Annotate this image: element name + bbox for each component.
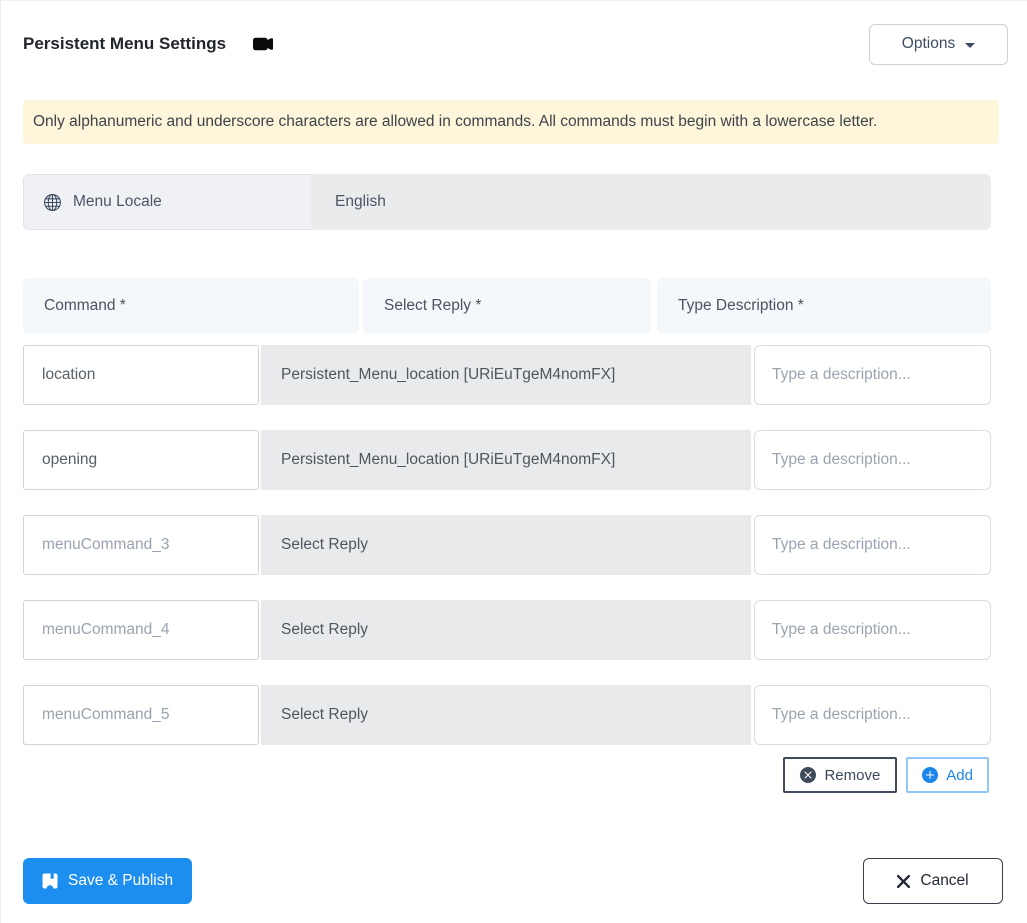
column-header-command: Command * [23, 278, 359, 334]
add-row-button[interactable]: Add [906, 757, 989, 793]
description-input[interactable] [754, 345, 991, 405]
command-input[interactable] [23, 600, 259, 660]
floppy-disk-icon [42, 873, 58, 889]
command-row-1: Persistent_Menu_location [URiEuTgeM4nomF… [23, 345, 991, 405]
column-header-type-description: Type Description * [657, 278, 991, 334]
add-button-label: Add [946, 766, 973, 784]
reply-select-value: Select Reply [281, 621, 369, 638]
description-input[interactable] [754, 685, 991, 745]
description-input[interactable] [754, 515, 991, 575]
persistent-menu-settings-panel: Persistent Menu Settings Options Only al… [0, 0, 1027, 923]
title-group: Persistent Menu Settings [23, 34, 274, 54]
reply-select[interactable]: Select Reply [261, 600, 751, 660]
x-icon [897, 874, 911, 888]
remove-row-button[interactable]: Remove [783, 757, 898, 793]
menu-locale-group: Menu Locale English [23, 174, 991, 230]
options-button-label: Options [901, 35, 956, 52]
x-circle-icon [800, 767, 817, 783]
menu-locale-value: English [311, 174, 991, 230]
row-actions: Remove Add [23, 757, 989, 793]
command-input[interactable] [23, 345, 259, 405]
save-publish-label: Save & Publish [68, 872, 174, 889]
description-input[interactable] [754, 600, 991, 660]
page-title: Persistent Menu Settings [23, 34, 227, 53]
command-row-5: Select Reply [23, 685, 991, 745]
command-row-3: Select Reply [23, 515, 991, 575]
save-publish-button[interactable]: Save & Publish [23, 858, 193, 904]
command-row-4: Select Reply [23, 600, 991, 660]
reply-select-value: Persistent_Menu_location [URiEuTgeM4nomF… [281, 451, 616, 468]
options-button[interactable]: Options [869, 23, 1008, 65]
menu-locale-addon: Menu Locale [23, 174, 311, 230]
reply-select-value: Persistent_Menu_location [URiEuTgeM4nomF… [281, 366, 616, 383]
cancel-button-label: Cancel [920, 872, 969, 889]
reply-select-value: Select Reply [281, 536, 369, 553]
reply-select[interactable]: Select Reply [261, 685, 751, 745]
plus-circle-icon [922, 767, 939, 783]
globe-icon [44, 193, 61, 211]
reply-select[interactable]: Persistent_Menu_location [URiEuTgeM4nomF… [261, 430, 751, 490]
panel-header: Persistent Menu Settings Options [1, 1, 1027, 65]
video-camera-icon[interactable] [253, 34, 274, 54]
menu-locale-label: Menu Locale [73, 193, 162, 210]
reply-select[interactable]: Select Reply [261, 515, 751, 575]
column-header-select-reply: Select Reply * [363, 278, 651, 334]
command-input[interactable] [23, 430, 259, 490]
panel-footer: Save & Publish Cancel [1, 858, 1027, 904]
description-input[interactable] [754, 430, 991, 490]
alert-text: Only alphanumeric and underscore charact… [33, 113, 878, 130]
command-input[interactable] [23, 685, 259, 745]
reply-select[interactable]: Persistent_Menu_location [URiEuTgeM4nomF… [261, 345, 751, 405]
command-rules-alert: Only alphanumeric and underscore charact… [23, 100, 999, 144]
cancel-button[interactable]: Cancel [863, 858, 1003, 904]
command-row-2: Persistent_Menu_location [URiEuTgeM4nomF… [23, 430, 991, 490]
command-input[interactable] [23, 515, 259, 575]
reply-select-value: Select Reply [281, 706, 369, 723]
table-header-row: Command * Select Reply * Type Descriptio… [23, 278, 991, 334]
chevron-down-icon [965, 42, 976, 48]
remove-button-label: Remove [824, 766, 881, 784]
